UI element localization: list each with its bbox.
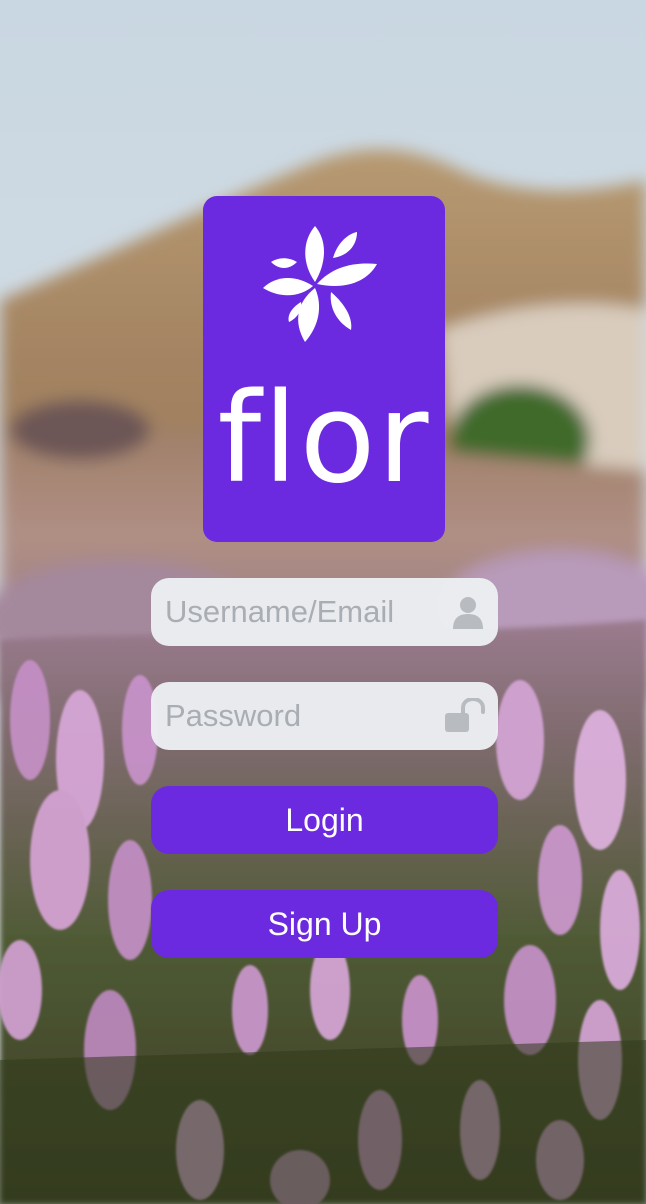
unlock-icon [445, 698, 485, 732]
signup-button[interactable]: Sign Up [151, 890, 498, 958]
user-icon [453, 597, 483, 629]
username-field[interactable] [151, 578, 498, 646]
logo-wordmark: flor [217, 367, 431, 511]
password-input[interactable] [165, 682, 435, 750]
password-field[interactable] [151, 682, 498, 750]
login-button[interactable]: Login [151, 786, 498, 854]
username-input[interactable] [165, 578, 435, 646]
flower-icon [263, 226, 377, 342]
app-logo: flor [203, 196, 445, 542]
